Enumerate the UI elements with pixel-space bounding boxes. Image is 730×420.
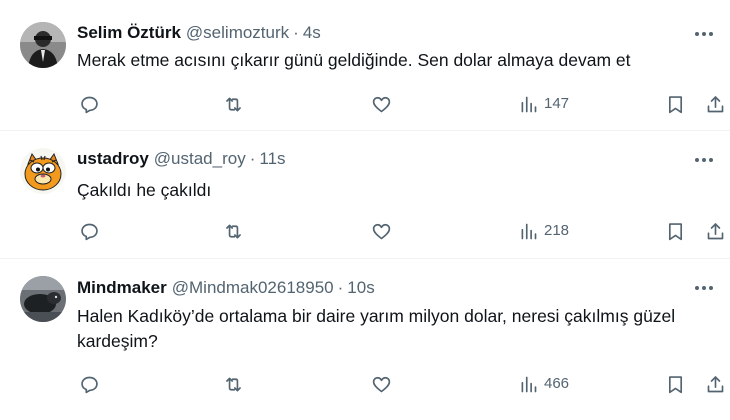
retweet-icon[interactable] [221,219,245,243]
timestamp[interactable]: 4s [303,23,321,43]
share-icon[interactable] [703,372,727,396]
separator: · [293,23,299,42]
separator: · [249,149,256,168]
more-icon[interactable] [692,276,716,300]
avatar[interactable] [20,22,66,68]
display-name[interactable]: ustadroy [77,149,149,169]
separator: · [337,278,344,297]
tweet[interactable]: Mindmaker @Mindmak02618950 · 10s Halen K… [0,259,730,420]
views-chart-icon[interactable] [516,92,540,116]
bookmark-icon[interactable] [663,372,687,396]
bookmark-icon[interactable] [663,92,687,116]
timestamp[interactable]: 10s [347,278,374,298]
tweet[interactable]: Selim Öztürk @selimozturk · 4s Merak etm… [0,0,730,131]
heart-icon[interactable] [369,219,393,243]
user-handle[interactable]: @Mindmak02618950 [172,278,334,298]
retweet-icon[interactable] [221,92,245,116]
tweet-text: Halen Kadıköy’de ortalama bir daire yarı… [77,306,676,351]
tweet-text: Çakıldı he çakıldı [77,180,212,200]
display-name[interactable]: Mindmaker [77,278,167,298]
view-count[interactable]: 218 [544,222,569,239]
views-chart-icon[interactable] [516,219,540,243]
user-handle[interactable]: @selimozturk [186,23,289,43]
bookmark-icon[interactable] [663,219,687,243]
view-count[interactable]: 147 [544,95,569,112]
view-count[interactable]: 466 [544,375,569,392]
action-bar: 147 [0,92,730,116]
avatar[interactable] [20,148,66,194]
heart-icon[interactable] [369,92,393,116]
timestamp[interactable]: 11s [259,149,285,169]
action-bar: 466 [0,372,730,396]
reply-icon[interactable] [77,92,101,116]
tweet-text: Merak etme acısını çıkarır günü geldiğin… [77,50,631,70]
reply-icon[interactable] [77,372,101,396]
user-handle[interactable]: @ustad_roy [154,149,246,169]
reply-icon[interactable] [77,219,101,243]
share-icon[interactable] [703,92,727,116]
share-icon[interactable] [703,219,727,243]
tweet[interactable]: ustadroy @ustad_roy · 11s Çakıldı he çak… [0,131,730,259]
views-chart-icon[interactable] [516,372,540,396]
display-name[interactable]: Selim Öztürk [77,23,181,43]
action-bar: 218 [0,219,730,243]
retweet-icon[interactable] [221,372,245,396]
avatar[interactable] [20,276,66,322]
more-icon[interactable] [692,148,716,172]
heart-icon[interactable] [369,372,393,396]
more-icon[interactable] [692,22,716,46]
